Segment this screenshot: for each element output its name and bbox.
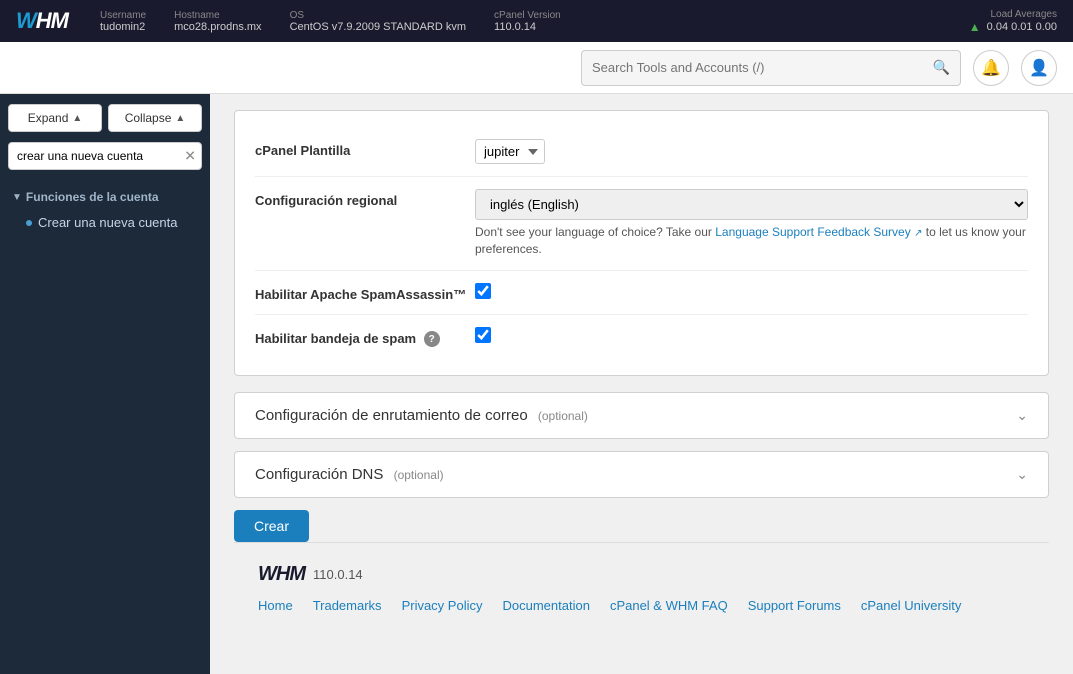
sidebar-item-label: Crear una nueva cuenta [38, 215, 177, 230]
load-numbers: 0.04 0.01 0.00 [987, 21, 1057, 33]
notifications-button[interactable]: 🔔 [973, 50, 1009, 86]
configuracion-regional-row: Configuración regional inglés (English) … [255, 177, 1028, 271]
footer-links: Home Trademarks Privacy Policy Documenta… [258, 598, 1025, 613]
expand-label: Expand [28, 111, 69, 125]
topbar-meta: Username tudomin2 Hostname mco28.prodns.… [100, 10, 937, 33]
search-icon: 🔍 [933, 59, 950, 76]
habilitar-apache-row: Habilitar Apache SpamAssassin™ [255, 271, 1028, 315]
crear-button[interactable]: Crear [234, 510, 309, 542]
hostname-label: Hostname [174, 10, 261, 21]
content-area: cPanel Plantilla jupiter Configuración r… [210, 94, 1073, 674]
sidebar-search-box: ✕ [8, 142, 202, 170]
habilitar-apache-checkbox[interactable] [475, 283, 491, 299]
card-body: cPanel Plantilla jupiter Configuración r… [235, 111, 1048, 375]
external-link-icon: ↗ [914, 228, 922, 239]
collapse-label: Collapse [125, 111, 172, 125]
cpanel-meta: cPanel Version 110.0.14 [494, 10, 561, 33]
navbar: 🔍 🔔 👤 [0, 42, 1073, 94]
load-label: Load Averages [969, 9, 1057, 20]
os-label: OS [290, 10, 466, 21]
hint-text-1: Don't see your language of choice? Take … [475, 225, 712, 239]
user-icon: 👤 [1029, 58, 1049, 78]
dns-optional-label: (optional) [394, 468, 444, 482]
collapse-button[interactable]: Collapse ▲ [108, 104, 202, 132]
whm-logo: WHM [16, 8, 68, 34]
habilitar-apache-label: Habilitar Apache SpamAssassin™ [255, 283, 475, 302]
sidebar-buttons: Expand ▲ Collapse ▲ [0, 94, 210, 142]
collapsible-correo-header[interactable]: Configuración de enrutamiento de correo … [235, 393, 1048, 438]
cpanel-plantilla-row: cPanel Plantilla jupiter [255, 127, 1028, 177]
search-container: 🔍 [581, 50, 961, 86]
habilitar-bandeja-row: Habilitar bandeja de spam ? [255, 315, 1028, 360]
collapsible-dns-header[interactable]: Configuración DNS (optional) ⌄ [235, 452, 1048, 497]
configuracion-hint: Don't see your language of choice? Take … [475, 224, 1028, 258]
footer-link-faq[interactable]: cPanel & WHM FAQ [610, 598, 728, 613]
sidebar-search-input[interactable] [8, 142, 202, 170]
bell-icon: 🔔 [981, 58, 1001, 78]
topbar-right: Load Averages ▲ 0.04 0.01 0.00 [969, 9, 1057, 34]
footer-logo: WHM 110.0.14 [258, 563, 1025, 586]
configuracion-regional-label: Configuración regional [255, 189, 475, 208]
correo-optional-label: (optional) [538, 409, 588, 423]
collapsible-correo-chevron-icon: ⌄ [1016, 407, 1028, 424]
sidebar-section-cuenta: ▼ Funciones de la cuenta Crear una nueva… [0, 178, 210, 241]
os-meta: OS CentOS v7.9.2009 STANDARD kvm [290, 10, 466, 33]
cpanel-plantilla-control: jupiter [475, 139, 1028, 164]
collapsible-dns-chevron-icon: ⌄ [1016, 466, 1028, 483]
cpanel-label: cPanel Version [494, 10, 561, 21]
footer-link-trademarks[interactable]: Trademarks [313, 598, 382, 613]
user-button[interactable]: 👤 [1021, 50, 1057, 86]
footer-version: 110.0.14 [313, 567, 363, 582]
sidebar-item-crear-cuenta[interactable]: Crear una nueva cuenta [8, 210, 202, 235]
hostname-value: mco28.prodns.mx [174, 21, 261, 33]
habilitar-bandeja-control [475, 327, 1028, 346]
footer-logo-text: WHM [258, 563, 305, 586]
habilitar-bandeja-label: Habilitar bandeja de spam ? [255, 327, 475, 348]
language-survey-link[interactable]: Language Support Feedback Survey ↗ [715, 225, 926, 239]
footer: WHM 110.0.14 Home Trademarks Privacy Pol… [234, 542, 1049, 633]
main-layout: Expand ▲ Collapse ▲ ✕ ▼ Funciones de la … [0, 94, 1073, 674]
help-icon[interactable]: ? [424, 331, 440, 347]
collapsible-dns-title: Configuración DNS (optional) [255, 466, 444, 483]
collapsible-correo-title: Configuración de enrutamiento de correo … [255, 407, 588, 424]
expand-arrow-icon: ▲ [72, 113, 82, 124]
link-text: Language Support Feedback Survey [715, 225, 910, 239]
collapse-arrow-icon: ▲ [175, 113, 185, 124]
username-label: Username [100, 10, 146, 21]
configuracion-regional-select[interactable]: inglés (English) [475, 189, 1028, 220]
bullet-icon [26, 220, 32, 226]
footer-link-privacy[interactable]: Privacy Policy [402, 598, 483, 613]
cpanel-plantilla-label: cPanel Plantilla [255, 139, 475, 158]
footer-link-forums[interactable]: Support Forums [748, 598, 841, 613]
os-value: CentOS v7.9.2009 STANDARD kvm [290, 21, 466, 33]
close-icon[interactable]: ✕ [184, 148, 196, 165]
expand-button[interactable]: Expand ▲ [8, 104, 102, 132]
sidebar-section-header[interactable]: ▼ Funciones de la cuenta [8, 184, 202, 210]
collapsible-correo: Configuración de enrutamiento de correo … [234, 392, 1049, 439]
sidebar: Expand ▲ Collapse ▲ ✕ ▼ Funciones de la … [0, 94, 210, 674]
form-card: cPanel Plantilla jupiter Configuración r… [234, 110, 1049, 376]
footer-link-documentation[interactable]: Documentation [502, 598, 589, 613]
topbar: WHM Username tudomin2 Hostname mco28.pro… [0, 0, 1073, 42]
search-input[interactable] [592, 60, 933, 75]
hostname-meta: Hostname mco28.prodns.mx [174, 10, 261, 33]
habilitar-apache-control [475, 283, 1028, 302]
footer-link-home[interactable]: Home [258, 598, 293, 613]
username-value: tudomin2 [100, 21, 146, 33]
sidebar-section-label: Funciones de la cuenta [26, 190, 159, 204]
footer-link-university[interactable]: cPanel University [861, 598, 961, 613]
habilitar-bandeja-checkbox[interactable] [475, 327, 491, 343]
configuracion-regional-control: inglés (English) Don't see your language… [475, 189, 1028, 258]
cpanel-value: 110.0.14 [494, 21, 561, 33]
load-averages: Load Averages ▲ 0.04 0.01 0.00 [969, 9, 1057, 34]
load-values: ▲ 0.04 0.01 0.00 [969, 20, 1057, 34]
chevron-down-icon: ▼ [12, 192, 22, 203]
cpanel-plantilla-select[interactable]: jupiter [475, 139, 545, 164]
collapsible-dns: Configuración DNS (optional) ⌄ [234, 451, 1049, 498]
load-arrow-icon: ▲ [969, 20, 981, 34]
username-meta: Username tudomin2 [100, 10, 146, 33]
